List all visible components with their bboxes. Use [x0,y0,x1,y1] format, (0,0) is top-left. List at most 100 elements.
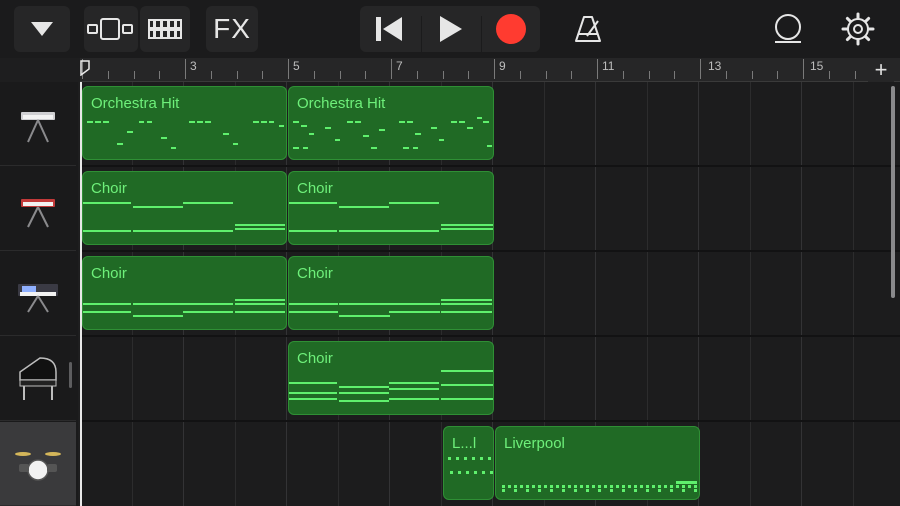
midi-note [339,206,389,208]
drum-hit [634,485,637,488]
region-orchestra-hit[interactable]: Orchestra Hit [288,86,494,160]
midi-note [441,398,493,400]
bar-ruler[interactable]: 3 5 7 9 11 13 15 [80,58,900,82]
drum-hit [550,485,553,488]
drum-hit [526,485,529,488]
midi-note [117,143,123,145]
timeline-grid[interactable]: Orchestra Hit Orchestra Hit Choir Choir … [80,82,900,506]
midi-note [289,230,337,232]
midi-note [289,398,337,400]
drum-hit [544,485,547,488]
midi-note [253,121,259,123]
midi-note [289,392,337,394]
drum-hit [464,457,467,460]
midi-note [235,228,285,230]
drum-kit-icon [15,451,61,481]
midi-note [171,147,176,149]
play-button[interactable] [422,6,480,52]
region-orchestra-hit[interactable]: Orchestra Hit [82,86,287,160]
region-choir[interactable]: Choir [82,256,287,330]
drum-hit [622,485,625,488]
drum-hit [664,485,667,488]
grid-line [853,82,854,506]
vertical-scrollbar[interactable] [891,86,895,298]
midi-note [325,127,331,129]
track-header[interactable] [0,337,76,421]
midi-note [83,311,131,313]
keyboard-synth-icon [21,111,55,142]
midi-note [103,121,109,123]
region-choir[interactable]: Choir [288,256,494,330]
record-button[interactable] [482,6,540,52]
top-toolbar: FX [0,0,900,58]
drum-hit [616,485,619,488]
drum-hit [610,485,613,488]
midi-note [223,133,229,135]
drum-hit [488,457,491,460]
midi-note [235,311,285,313]
bar-number: 3 [190,59,197,73]
drum-hit [480,457,483,460]
ruler-tick [134,71,135,79]
tracks-menu-button[interactable] [14,6,70,52]
track-header[interactable] [0,167,76,251]
region-title: Orchestra Hit [91,95,180,112]
region-choir[interactable]: Choir [288,341,494,415]
drum-hit [676,485,679,488]
drum-hit [474,471,477,474]
drum-hit [526,489,529,492]
mixer-button[interactable] [140,6,190,52]
region-liverpool[interactable]: Liverpool [495,426,700,500]
playhead-handle[interactable] [80,60,90,76]
midi-note [205,121,211,123]
rewind-button[interactable] [360,6,418,52]
midi-note [477,117,482,119]
midi-note [389,303,440,305]
region-title: Choir [91,180,127,197]
metronome-button[interactable] [562,6,614,52]
track-header[interactable] [0,252,76,336]
region-loop-short[interactable]: L...l [443,426,494,500]
drum-hit [646,489,649,492]
drum-hit [568,485,571,488]
midi-note [467,127,473,129]
midi-note [459,121,465,123]
track-header-selected[interactable] [0,422,76,506]
drum-hit [508,485,511,488]
midi-note [363,135,369,137]
drum-hit [490,471,493,474]
midi-note [95,121,101,123]
ruler-tick [262,71,263,79]
midi-note [309,133,314,135]
midi-note [413,147,418,149]
drum-hit [580,485,583,488]
ruler-tick [237,71,238,79]
midi-note [441,384,493,386]
add-section-button[interactable]: + [868,57,894,82]
settings-button[interactable] [832,6,884,52]
playhead-line [80,82,82,506]
fx-button[interactable]: FX [206,6,258,52]
drum-hit [610,489,613,492]
midi-note [183,202,233,204]
drum-hit [658,489,661,492]
settings-gear-icon [841,12,875,46]
track-header[interactable] [0,82,76,166]
header-scroll-handle[interactable] [69,362,72,388]
midi-note [279,125,284,127]
dropdown-triangle-icon [31,22,53,36]
region-choir[interactable]: Choir [288,171,494,245]
drum-hit [514,489,517,492]
midi-note [339,230,389,232]
drum-hit [634,489,637,492]
midi-note [371,147,377,149]
drum-hit [628,485,631,488]
drum-hit [502,485,505,488]
midi-note [189,121,195,123]
ruler-tick [365,71,366,79]
loop-browser-button[interactable] [764,6,812,52]
drum-hit [538,489,541,492]
drum-hit [682,489,685,492]
region-choir[interactable]: Choir [82,171,287,245]
view-toggle-button[interactable] [84,6,138,52]
